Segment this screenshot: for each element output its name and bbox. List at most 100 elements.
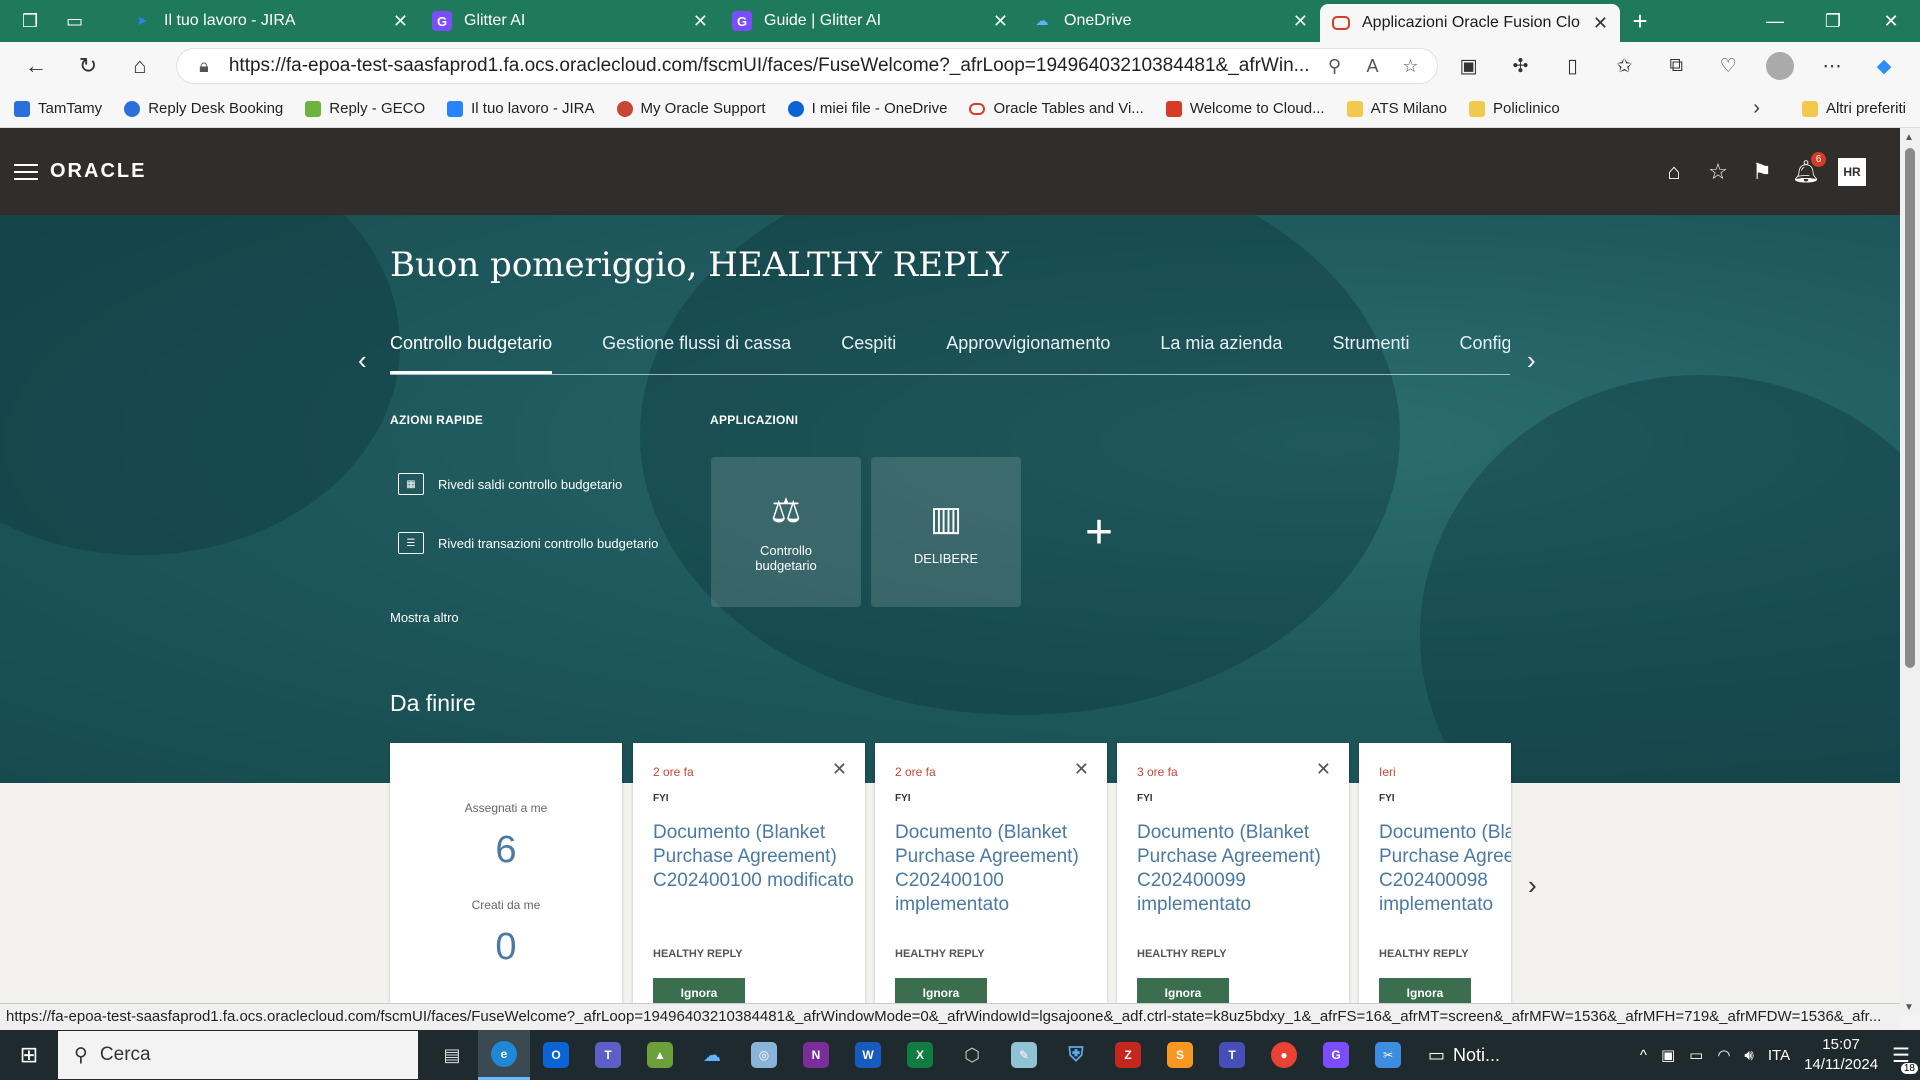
home-icon[interactable]: ⌂	[1662, 159, 1686, 184]
windows-start-icon[interactable]: ⊞	[0, 1042, 58, 1068]
read-aloud-icon[interactable]: A	[1359, 56, 1385, 77]
close-icon[interactable]: ✕	[1593, 13, 1608, 34]
notepad-icon[interactable]: ✎	[998, 1030, 1050, 1080]
quick-action-saldi[interactable]: ▦ Rivedi saldi controllo budgetario	[398, 473, 622, 495]
sublime-icon[interactable]: S	[1154, 1030, 1206, 1080]
copilot-icon[interactable]: ◆	[1862, 48, 1906, 84]
tab-strumenti[interactable]: Strumenti	[1332, 333, 1409, 374]
card-title[interactable]: Documento (Blanket Purchase Agreement) C…	[653, 821, 863, 893]
volume-icon[interactable]: 🔊︎	[1744, 1047, 1753, 1064]
browser-tab-onedrive[interactable]: ☁ OneDrive ✕	[1020, 0, 1320, 42]
quick-action-transazioni[interactable]: ☰ Rivedi transazioni controllo budgetari…	[398, 532, 658, 554]
bell-icon[interactable]: 🔔︎ 6	[1792, 151, 1826, 184]
close-window-icon[interactable]: ✕	[1862, 0, 1920, 42]
extension-icon[interactable]: ▣	[1446, 48, 1490, 84]
close-icon[interactable]: ✕	[993, 11, 1008, 32]
performance-icon[interactable]: ♡	[1706, 48, 1750, 84]
created-count[interactable]: 0	[390, 926, 622, 969]
cards-next-arrow-icon[interactable]: ›	[1528, 870, 1537, 901]
workspaces-icon[interactable]: ❒	[22, 11, 38, 32]
notification-center-icon[interactable]: ☰ 18	[1892, 1043, 1918, 1074]
battery-icon[interactable]: ▭	[1689, 1046, 1703, 1064]
bookmark-onedrive[interactable]: I miei file - OneDrive	[787, 100, 947, 117]
show-more-link[interactable]: Mostra altro	[390, 610, 459, 625]
card-title[interactable]: Documento (Blanket Purchase Agreement) C…	[1379, 821, 1511, 917]
close-icon[interactable]: ✕	[693, 11, 708, 32]
tab-actions-icon[interactable]: ▭	[66, 11, 83, 32]
close-icon[interactable]: ✕	[832, 759, 847, 780]
tabs-prev-arrow-icon[interactable]: ‹	[358, 345, 367, 376]
browser-tab-glitter[interactable]: G Glitter AI ✕	[420, 0, 720, 42]
tab-la-mia-azienda[interactable]: La mia azienda	[1160, 333, 1282, 374]
bookmark-reply-geco[interactable]: Reply - GECO	[305, 100, 425, 117]
close-icon[interactable]: ✕	[1293, 11, 1308, 32]
scroll-up-icon[interactable]: ▲	[1904, 132, 1914, 143]
wifi-icon[interactable]: ◠	[1717, 1046, 1730, 1064]
tab-approvvigionamento[interactable]: Approvvigionamento	[946, 333, 1110, 374]
snipping-tool-icon[interactable]: ✂	[1362, 1030, 1414, 1080]
back-icon[interactable]: ←	[14, 48, 58, 84]
flag-icon[interactable]: ⚑	[1750, 159, 1774, 184]
refresh-icon[interactable]: ↻	[66, 48, 110, 84]
security-shield-icon[interactable]: ⛨	[1050, 1030, 1102, 1080]
page-scrollbar[interactable]: ▲ ▼	[1900, 128, 1920, 1015]
app-tile-delibere[interactable]: ▥ DELIBERE	[871, 457, 1021, 607]
bookmark-welcome-cloud[interactable]: Welcome to Cloud...	[1165, 100, 1325, 117]
close-icon[interactable]: ✕	[393, 11, 408, 32]
bookmark-other-favorites[interactable]: Altri preferiti	[1801, 100, 1906, 117]
favorite-star-icon[interactable]: ☆	[1397, 56, 1423, 77]
notification-card[interactable]: Ieri FYI Documento (Blanket Purchase Agr…	[1359, 743, 1511, 1015]
hamburger-menu-icon[interactable]	[14, 163, 38, 180]
bookmark-policlinico[interactable]: Policlinico	[1469, 100, 1560, 117]
url-field[interactable]: 🔒︎ https://fa-epoa-test-saasfaprod1.fa.o…	[175, 48, 1439, 84]
tabs-next-arrow-icon[interactable]: ›	[1527, 345, 1536, 376]
assigned-count[interactable]: 6	[390, 829, 622, 872]
bookmark-jira[interactable]: Il tuo lavoro - JIRA	[447, 100, 595, 117]
scroll-down-icon[interactable]: ▼	[1904, 1002, 1914, 1013]
tab-controllo-budgetario[interactable]: Controllo budgetario	[390, 333, 553, 374]
task-view-icon[interactable]: ▤	[426, 1030, 478, 1080]
virtualbox-icon[interactable]: ⬡	[946, 1030, 998, 1080]
taskbar-clock[interactable]: 15:07 14/11/2024	[1804, 1035, 1878, 1075]
more-options-icon[interactable]: ⋯	[1810, 48, 1854, 84]
home-icon[interactable]: ⌂	[118, 48, 162, 84]
collections-icon[interactable]: ⧉	[1654, 48, 1698, 84]
onedrive-icon[interactable]: ☁	[686, 1030, 738, 1080]
oracle-logo[interactable]: ORACLE	[50, 160, 146, 183]
notification-app[interactable]: ▭ Noti...	[1414, 1045, 1514, 1066]
browser-tab-oracle[interactable]: Applicazioni Oracle Fusion Cloud ✕	[1320, 4, 1620, 42]
notification-card[interactable]: 3 ore fa ✕ FYI Documento (Blanket Purcha…	[1117, 743, 1349, 1015]
taskbar-search[interactable]: ⚲ Cerca	[58, 1031, 418, 1079]
tab-cespiti[interactable]: Cespiti	[841, 333, 896, 374]
scrollbar-thumb[interactable]	[1905, 148, 1915, 668]
user-avatar[interactable]: HR	[1838, 157, 1866, 186]
profile-avatar[interactable]	[1758, 48, 1802, 84]
chrome-icon[interactable]: ●	[1258, 1030, 1310, 1080]
card-title[interactable]: Documento (Blanket Purchase Agreement) C…	[895, 821, 1105, 917]
close-icon[interactable]: ✕	[1074, 759, 1089, 780]
app-tile-controllo-budgetario[interactable]: ⚖ Controllo budgetario	[711, 457, 861, 607]
notification-card[interactable]: 2 ore fa ✕ FYI Documento (Blanket Purcha…	[875, 743, 1107, 1015]
split-screen-icon[interactable]: ▯	[1550, 48, 1594, 84]
outlook-icon[interactable]: O	[530, 1030, 582, 1080]
filezilla-icon[interactable]: Z	[1102, 1030, 1154, 1080]
minimize-icon[interactable]: —	[1746, 0, 1804, 42]
favorites-icon[interactable]: ✩	[1602, 48, 1646, 84]
bookmark-oracle-tables[interactable]: Oracle Tables and Vi...	[969, 100, 1144, 117]
bookmark-reply-desk[interactable]: Reply Desk Booking	[124, 100, 283, 117]
onenote-icon[interactable]: N	[790, 1030, 842, 1080]
close-icon[interactable]: ✕	[1316, 759, 1331, 780]
new-tab-button[interactable]: +	[1620, 0, 1660, 42]
chevron-right-icon[interactable]: ›	[1733, 97, 1780, 120]
display-icon[interactable]: ▣	[1661, 1046, 1675, 1064]
image-viewer-icon[interactable]: ▲	[634, 1030, 686, 1080]
tab-configurazione[interactable]: Configurazior	[1459, 333, 1510, 374]
notification-card[interactable]: 2 ore fa ✕ FYI Documento (Blanket Purcha…	[633, 743, 865, 1015]
teams-icon[interactable]: T	[582, 1030, 634, 1080]
lock-icon[interactable]: 🔒︎	[191, 56, 217, 77]
chevron-up-icon[interactable]: ^	[1640, 1047, 1647, 1064]
word-icon[interactable]: W	[842, 1030, 894, 1080]
excel-icon[interactable]: X	[894, 1030, 946, 1080]
browser-tab-jira[interactable]: ➤ Il tuo lavoro - JIRA ✕	[120, 0, 420, 42]
card-title[interactable]: Documento (Blanket Purchase Agreement) C…	[1137, 821, 1347, 917]
